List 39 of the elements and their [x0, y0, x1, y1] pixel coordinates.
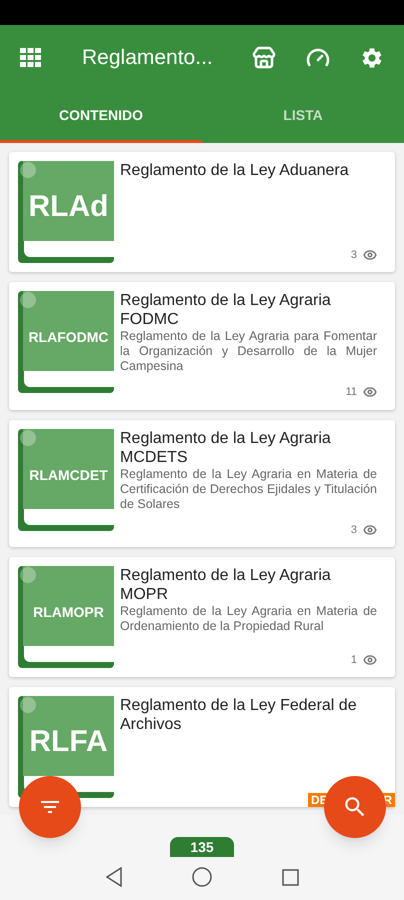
document-card[interactable]: RLAMCDET Reglamento de la Ley Agraria MCDETS Reglamento de la Ley Agraria en Materia de Certificación de Derechos Ejidales y Titulación de Solares 3 [9, 420, 395, 547]
document-title: Reglamento de la Ley Aduanera [120, 161, 350, 180]
count-badge: 135 [170, 837, 234, 857]
tab[interactable]: CONTENIDO [0, 91, 202, 143]
document-description: Reglamento de la Ley Agraria en Materia de Certificación de Derechos Ejidales y Titulación de Solares [120, 466, 377, 512]
eye-icon [363, 385, 377, 400]
recents-icon[interactable] [282, 868, 298, 886]
app-title: Reglamento... [82, 45, 214, 72]
document-card[interactable]: RLAFODMC Reglamento de la Ley Agraria FODMC Reglamento de la Ley Agraria para Fomentar la Organización y Desarrollo de la Mujer Campesina 11 [9, 282, 395, 410]
book-code: RLAFODMC [28, 330, 109, 344]
document-card[interactable]: RLAd Reglamento de la Ley Aduanera 3 [9, 152, 395, 272]
book-code: RLAMOPR [33, 605, 104, 619]
book-code: RLFA [29, 727, 108, 757]
document-title: Reglamento de la Ley Agraria FODMC [120, 291, 332, 329]
view-count: 3 [350, 522, 357, 538]
store-icon[interactable] [252, 46, 276, 70]
eye-icon [363, 248, 377, 262]
document-description: Reglamento de la Ley Agraria para Fomentar la Organización y Desarrollo de la Mujer Campesina [120, 329, 377, 374]
view-count: 1 [350, 652, 357, 668]
info-icon[interactable] [20, 430, 36, 446]
document-title: Reglamento de la Ley Agraria MOPR [120, 566, 332, 604]
document-description: Reglamento de la Ley Agraria en Materia de Ordenamiento de la Propiedad Rural [120, 604, 377, 634]
eye-icon [363, 652, 377, 667]
info-icon[interactable] [20, 162, 36, 178]
book-code: RLAd [28, 192, 108, 222]
back-icon[interactable] [106, 867, 122, 887]
eye-icon [363, 522, 377, 537]
apps-grid-icon[interactable] [20, 48, 42, 68]
document-title: Reglamento de la Ley Agraria MCDETS [120, 428, 332, 466]
view-count: 11 [346, 385, 357, 400]
info-icon[interactable] [20, 697, 36, 713]
document-card[interactable]: RLAMOPR Reglamento de la Ley Agraria MOPR Reglamento de la Ley Agraria en Materia de Ordenamiento de la Propiedad Rural 1 [9, 557, 395, 677]
view-count: 3 [350, 248, 357, 262]
document-title: Reglamento de la Ley Federal de Archivos [120, 696, 358, 734]
settings-icon[interactable] [360, 46, 384, 70]
info-icon[interactable] [20, 567, 36, 583]
info-icon[interactable] [20, 292, 36, 308]
book-code: RLAMCDET [29, 468, 108, 482]
home-icon[interactable] [192, 867, 212, 887]
